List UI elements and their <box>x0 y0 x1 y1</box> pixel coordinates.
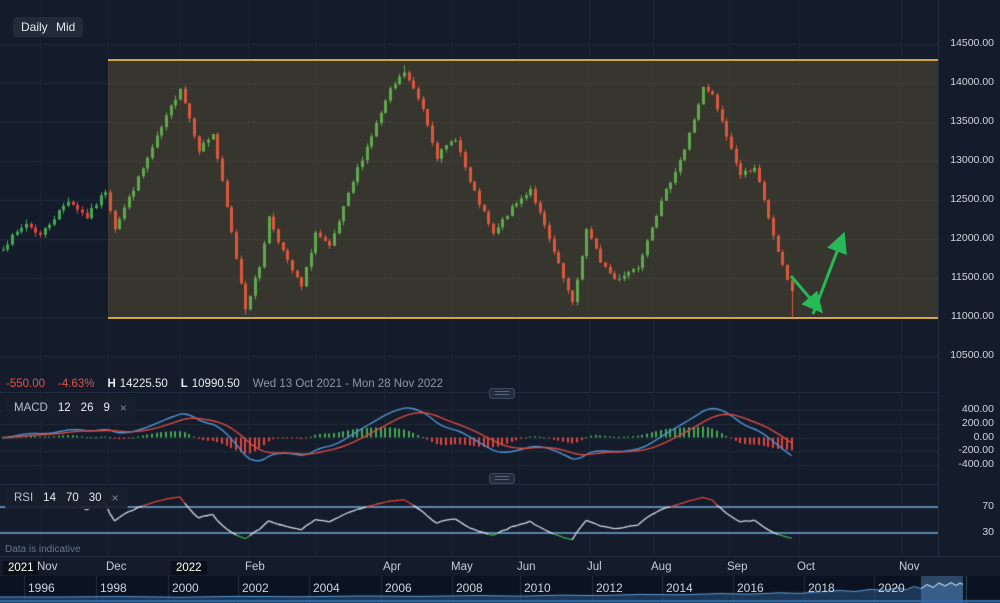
period-high: H 14225.50 <box>107 378 167 390</box>
rsi-title: RSI <box>14 492 33 504</box>
price-tick: 10500.00 <box>950 349 994 361</box>
low-value: 10990.50 <box>192 378 240 390</box>
change-percent: -4.63% <box>58 378 94 390</box>
price-tick: 12500.00 <box>950 193 994 205</box>
timeline-canvas timeline-scrubber[interactable] <box>0 576 1000 603</box>
macd-canvas[interactable] <box>0 392 938 484</box>
info-bar: -550.00 -4.63% H 14225.50 L 10990.50 Wed 1… <box>6 378 443 390</box>
date-range: Wed 13 Oct 2021 - Mon 28 Nov 2022 <box>253 378 443 390</box>
period-low: L 10990.50 <box>181 378 240 390</box>
month-label: Dec <box>106 561 126 573</box>
main-chart-canvas[interactable] <box>0 0 938 392</box>
macd-title: MACD <box>14 402 48 414</box>
price-tick: 13000.00 <box>950 154 994 166</box>
macd-resize-handle drag-handle-icon[interactable] <box>489 388 515 399</box>
month-label: Sep <box>727 561 747 573</box>
macd-axis[interactable]: 400.00 200.00 0.00-200.00 -400.00 <box>938 392 1000 484</box>
high-label: H <box>107 378 115 390</box>
month-axis[interactable]: 2021NovDec2022FebAprMayJunJulAugSepOctNo… <box>0 556 1000 577</box>
close-icon[interactable]: × <box>112 491 119 505</box>
month-label: Aug <box>651 561 671 573</box>
price-tick: 11500.00 <box>951 271 994 283</box>
rsi-param-overbought: 70 <box>66 492 79 504</box>
month-label: Nov <box>37 561 57 573</box>
month-label: Oct <box>797 561 815 573</box>
rsi-legend[interactable]: RSI 14 70 30 × <box>5 487 128 509</box>
macd-tick: -400.00 <box>958 458 994 470</box>
month-label: Feb <box>245 561 265 573</box>
footnote: Data is indicative <box>5 544 81 555</box>
macd-tick: 0.00 <box>974 431 994 443</box>
rsi-axis[interactable]: 70 30 <box>938 484 1000 556</box>
price-tick: 14500.00 <box>950 37 994 49</box>
rsi-resize-handle drag-handle-icon[interactable] <box>489 473 515 484</box>
macd-param-fast: 12 <box>58 402 71 414</box>
month-label: 2021 <box>3 561 39 575</box>
macd-param-signal: 9 <box>103 402 109 414</box>
month-label: Jul <box>587 561 602 573</box>
rsi-level-label: 70 <box>982 500 994 512</box>
month-label: May <box>451 561 473 573</box>
macd-param-slow: 26 <box>81 402 94 414</box>
rsi-canvas[interactable] <box>0 484 938 556</box>
price-tick: 12000.00 <box>950 232 994 244</box>
macd-tick: -200.00 <box>958 444 994 456</box>
price-axis[interactable]: 14500.00 14000.00 13500.00 13000.00 12500.00… <box>938 0 1000 392</box>
price-tick: 14000.00 <box>950 76 994 88</box>
month-label: Nov <box>899 561 919 573</box>
macd-tick: 200.00 <box>962 417 994 429</box>
low-label: L <box>181 378 188 390</box>
rsi-level-label: 30 <box>982 526 994 538</box>
month-label: Apr <box>383 561 401 573</box>
price-type-button[interactable]: Mid <box>48 17 83 37</box>
close-icon[interactable]: × <box>120 401 127 415</box>
macd-tick: 400.00 <box>962 403 994 415</box>
macd-legend[interactable]: MACD 12 26 9 × <box>5 397 136 419</box>
price-tick: 13500.00 <box>950 115 994 127</box>
month-label: 2022 <box>171 561 207 575</box>
rsi-param-period: 14 <box>43 492 56 504</box>
high-value: 14225.50 <box>120 378 168 390</box>
change-value: -550.00 <box>6 378 45 390</box>
trading-app: Daily Mid 14500.0014000.0013500.0013000.… <box>0 0 1000 603</box>
price-tick: 11000.00 <box>951 310 994 322</box>
rsi-param-oversold: 30 <box>89 492 102 504</box>
month-label: Jun <box>517 561 536 573</box>
